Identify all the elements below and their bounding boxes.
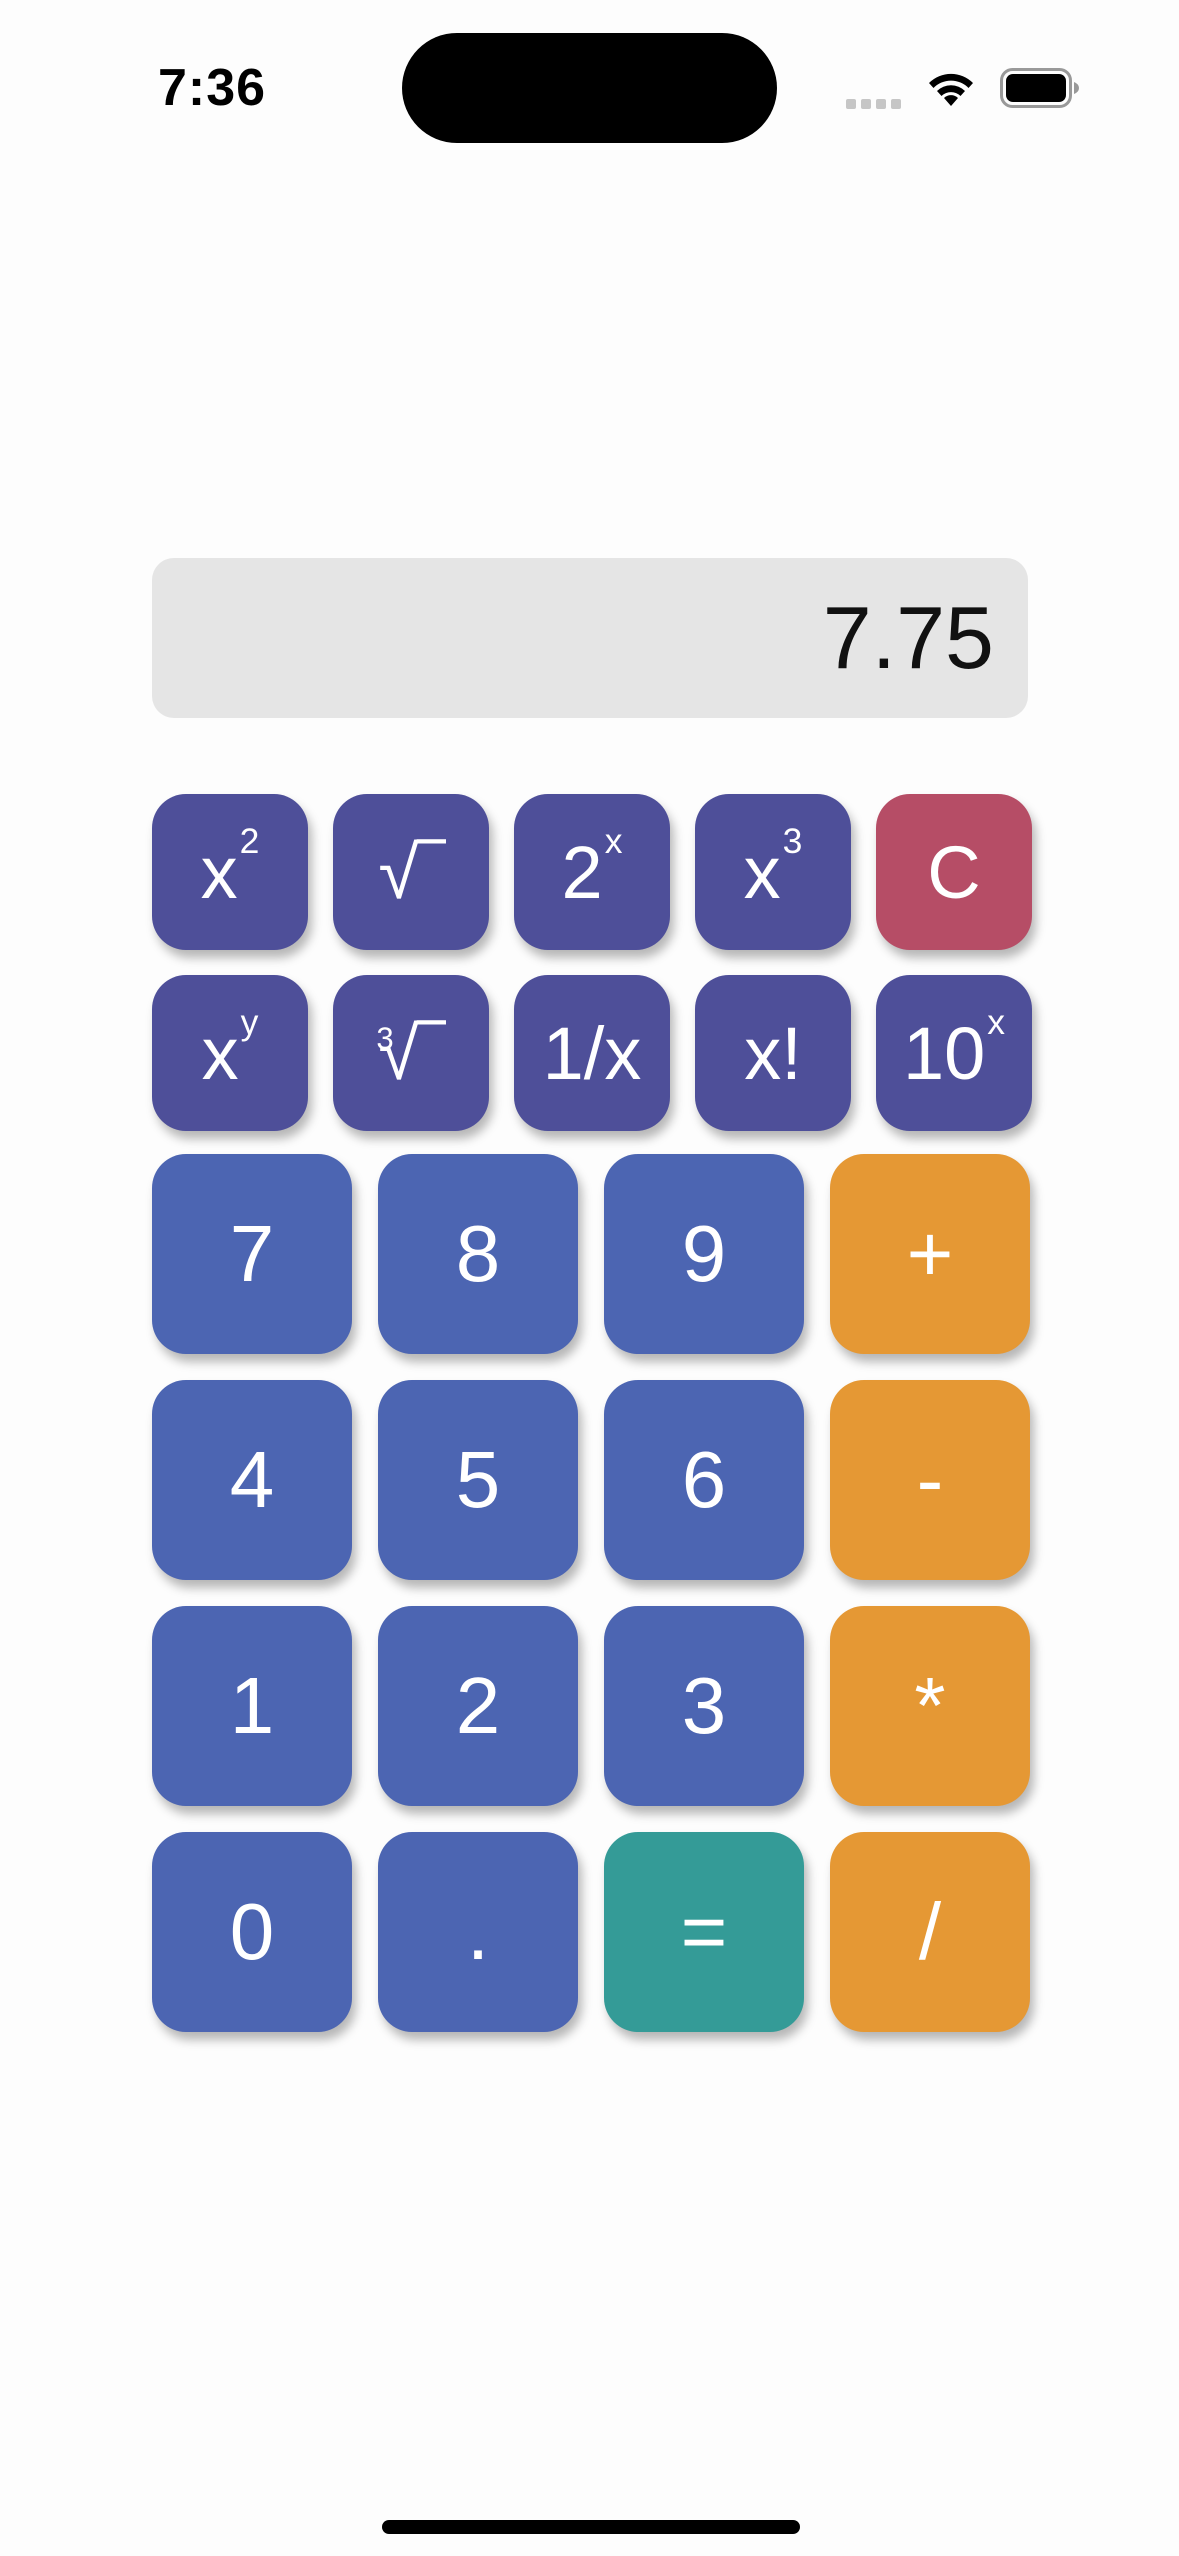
home-indicator[interactable] [382,2520,800,2534]
decimal-point-button[interactable]: . [378,1832,578,2032]
multiply-button[interactable]: * [830,1606,1030,1806]
equals-button[interactable]: = [604,1832,804,2032]
digit-0-button[interactable]: 0 [152,1832,352,2032]
calculator-display: 7.75 [152,558,1028,718]
cube-root-button[interactable]: 3 √‾ [333,975,489,1131]
factorial-button[interactable]: x! [695,975,851,1131]
digit-9-button[interactable]: 9 [604,1154,804,1354]
digit-4-button[interactable]: 4 [152,1380,352,1580]
digit-2-button[interactable]: 2 [378,1606,578,1806]
digit-3-button[interactable]: 3 [604,1606,804,1806]
add-button[interactable]: + [830,1154,1030,1354]
digit-6-button[interactable]: 6 [604,1380,804,1580]
divide-button[interactable]: / [830,1832,1030,2032]
status-bar: 7:36 [0,0,1179,160]
status-time: 7:36 [158,59,267,117]
dynamic-island [402,33,777,143]
power-of-ten-button[interactable]: 10 x [876,975,1032,1131]
power-of-two-button[interactable]: 2x [514,794,670,950]
cube-button[interactable]: x3 [695,794,851,950]
clear-button[interactable]: C [876,794,1032,950]
square-root-button[interactable]: √‾ [333,794,489,950]
digit-5-button[interactable]: 5 [378,1380,578,1580]
square-button[interactable]: x2 [152,794,308,950]
digit-1-button[interactable]: 1 [152,1606,352,1806]
display-value: 7.75 [822,588,994,687]
cell-signal-icon [846,96,906,109]
power-button[interactable]: xy [152,975,308,1131]
digit-7-button[interactable]: 7 [152,1154,352,1354]
battery-icon [1000,68,1079,108]
digit-8-button[interactable]: 8 [378,1154,578,1354]
wifi-icon [929,73,973,106]
reciprocal-button[interactable]: 1/x [514,975,670,1131]
subtract-button[interactable]: - [830,1380,1030,1580]
